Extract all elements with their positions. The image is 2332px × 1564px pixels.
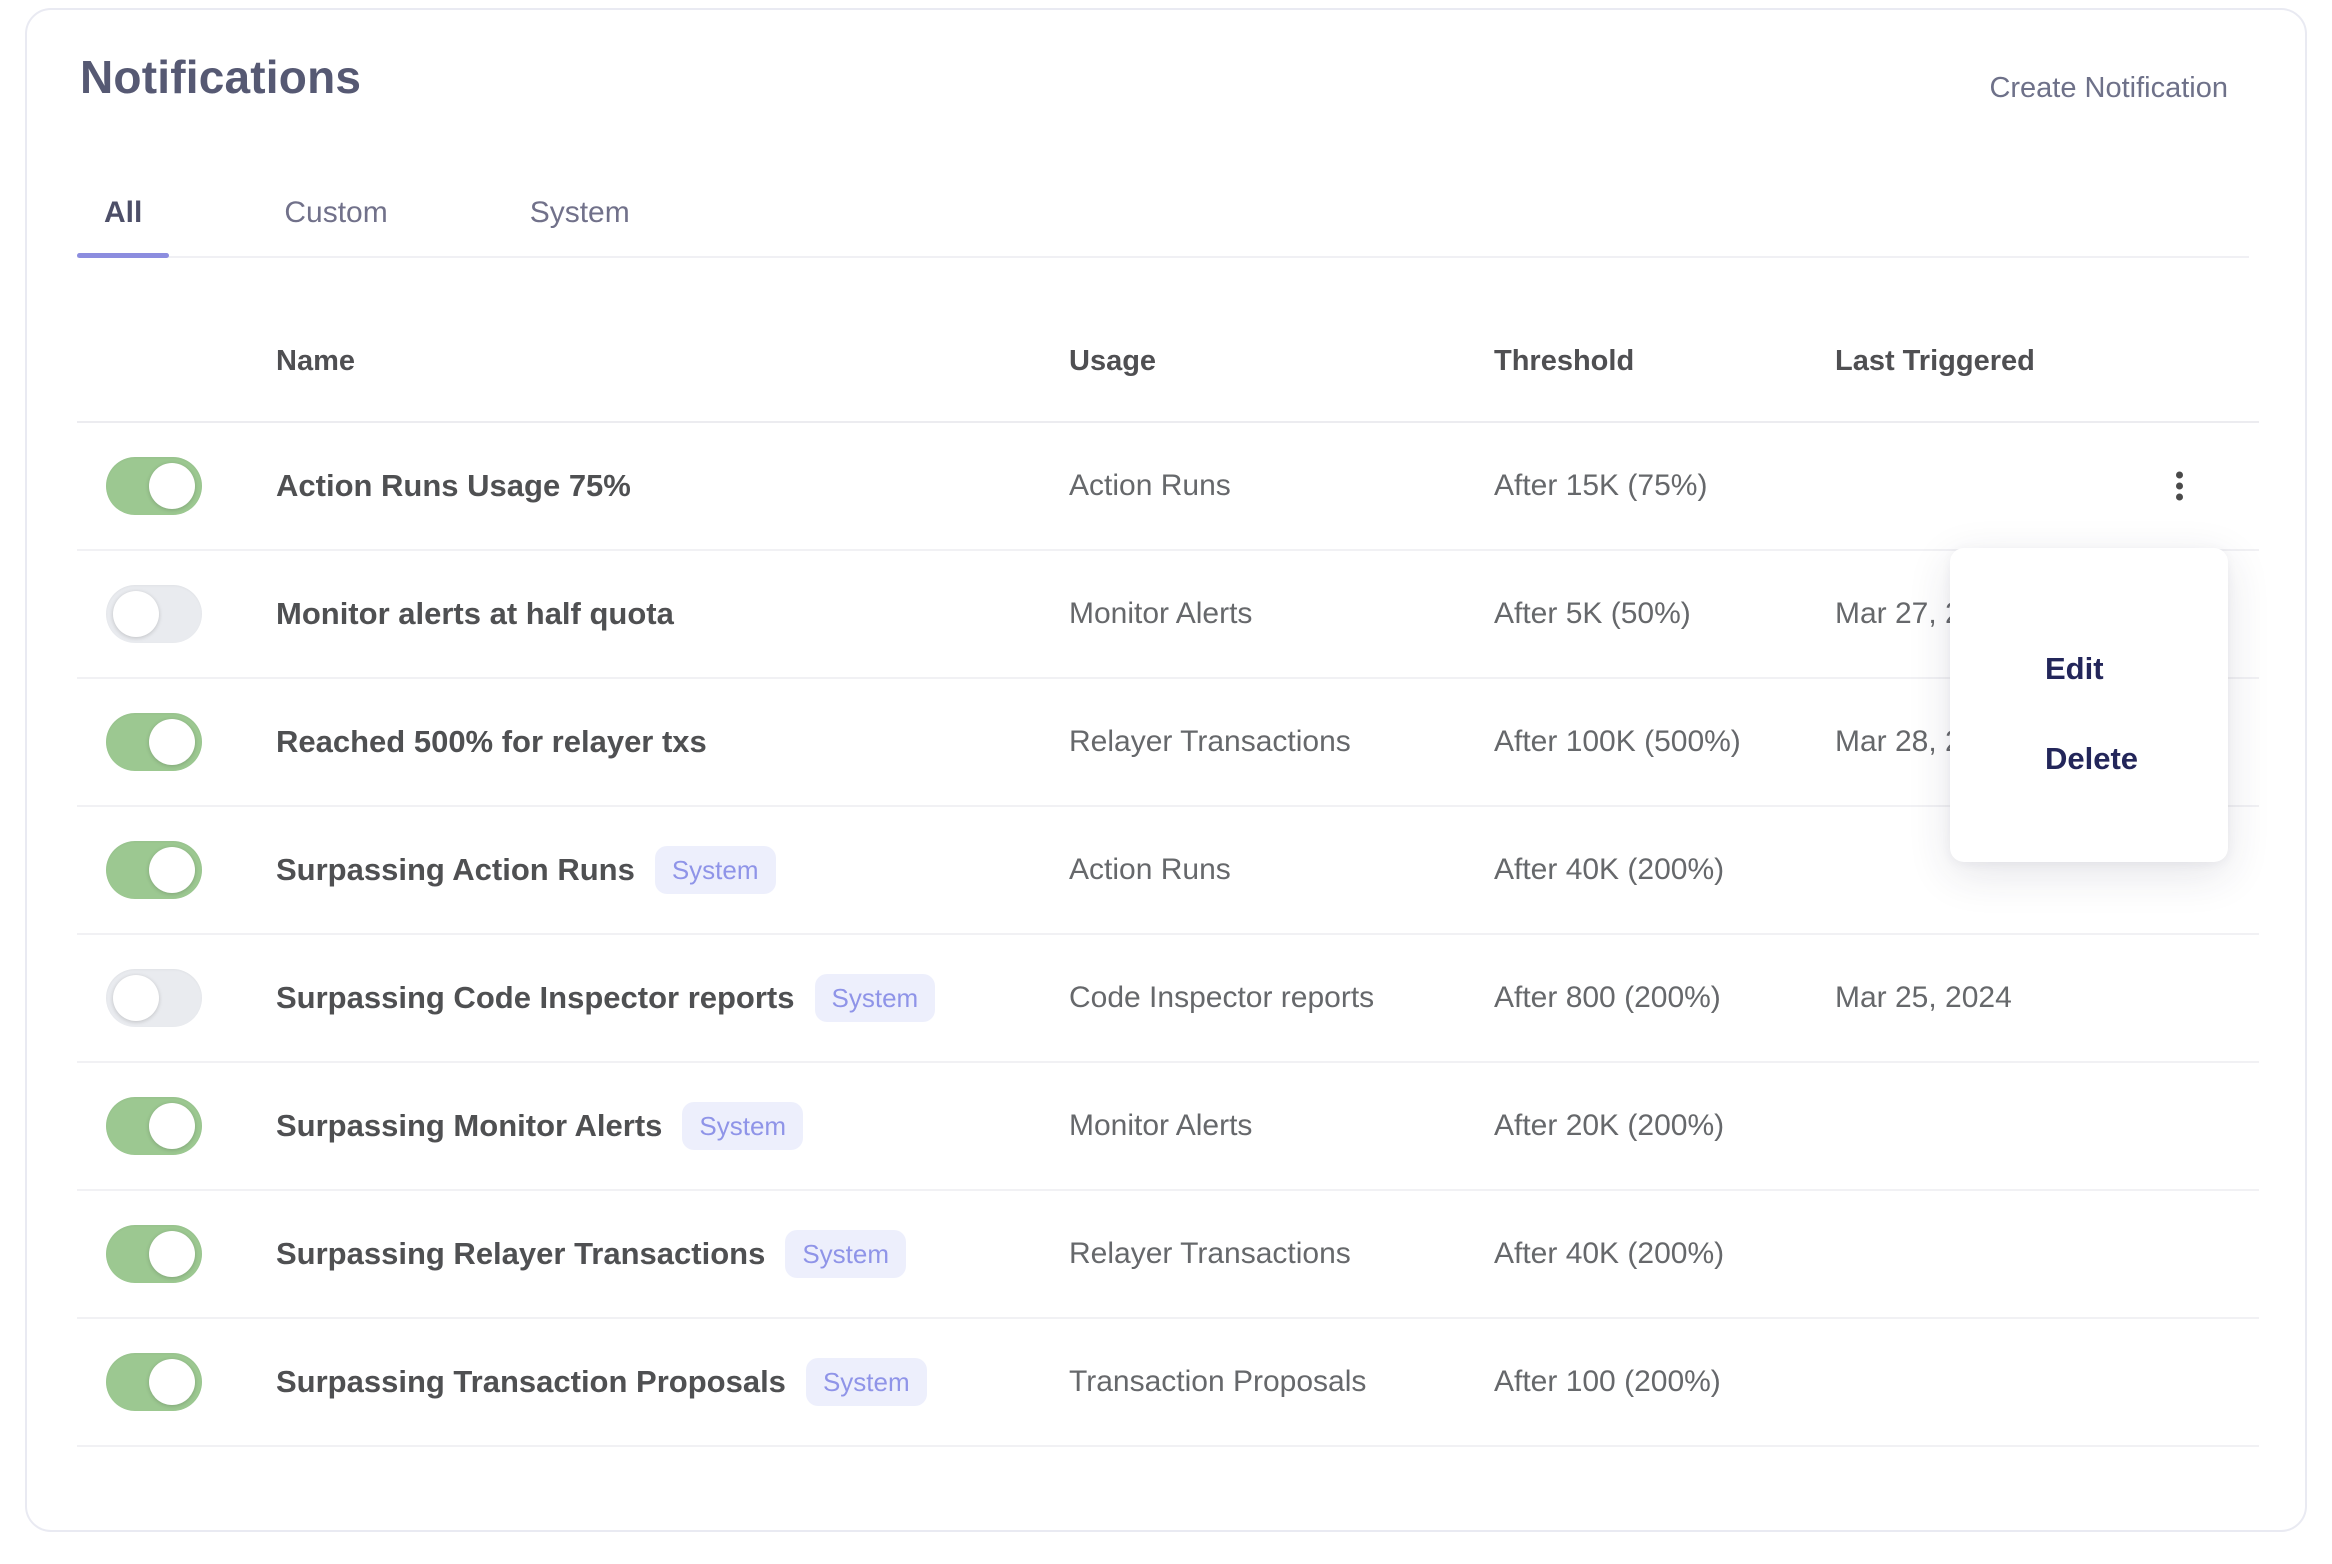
tab-all[interactable]: All: [77, 170, 170, 258]
table-row: Reached 500% for relayer txs Relayer Tra…: [77, 679, 2259, 807]
toggle-cell: [77, 1097, 276, 1155]
toggle-cell: [77, 1225, 276, 1283]
page-title: Notifications: [80, 51, 362, 103]
threshold-cell: After 100 (200%): [1494, 1365, 1721, 1398]
usage-cell: Action Runs: [1069, 469, 1231, 502]
last-triggered-cell: Mar 25, 2024: [1835, 981, 2012, 1014]
usage-cell: Code Inspector reports: [1069, 981, 1375, 1014]
table-row: Action Runs Usage 75% Action Runs After …: [77, 423, 2259, 551]
table-header-row: Name Usage Threshold Last Triggered: [77, 302, 2259, 423]
menu-item-delete[interactable]: Delete: [1950, 714, 2228, 804]
threshold-cell: After 5K (50%): [1494, 597, 1691, 630]
toggle-cell: [77, 841, 276, 899]
toggle-cell: [77, 585, 276, 643]
column-header-usage: Usage: [1069, 345, 1157, 377]
notification-name: Monitor alerts at half quota: [276, 596, 674, 631]
system-badge: System: [654, 846, 776, 894]
toggle-knob: [149, 847, 195, 893]
name-cell: Reached 500% for relayer txs: [276, 724, 1069, 760]
notifications-table: Name Usage Threshold Last Triggered Acti…: [77, 302, 2259, 1447]
notification-name: Action Runs Usage 75%: [276, 468, 631, 503]
usage-cell: Relayer Transactions: [1069, 725, 1351, 758]
enable-toggle[interactable]: [106, 1353, 202, 1411]
tab-system[interactable]: System: [503, 170, 657, 256]
enable-toggle[interactable]: [106, 1225, 202, 1283]
enable-toggle[interactable]: [106, 713, 202, 771]
usage-cell: Monitor Alerts: [1069, 1109, 1253, 1142]
toggle-knob: [149, 1359, 195, 1405]
threshold-cell: After 800 (200%): [1494, 981, 1721, 1014]
table-row: Surpassing Relayer Transactions System R…: [77, 1191, 2259, 1319]
toggle-knob: [149, 1231, 195, 1277]
table-row: Surpassing Action Runs System Action Run…: [77, 807, 2259, 935]
table-body: Action Runs Usage 75% Action Runs After …: [77, 423, 2259, 1447]
enable-toggle[interactable]: [106, 1097, 202, 1155]
column-header-last-triggered: Last Triggered: [1835, 345, 2035, 377]
table-row: Surpassing Monitor Alerts System Monitor…: [77, 1063, 2259, 1191]
notification-name: Surpassing Relayer Transactions: [276, 1236, 766, 1271]
toggle-cell: [77, 457, 276, 515]
notification-name: Surpassing Action Runs: [276, 852, 635, 887]
tab-custom[interactable]: Custom: [257, 170, 414, 256]
system-badge: System: [805, 1358, 927, 1406]
usage-cell: Action Runs: [1069, 853, 1231, 886]
notification-name: Surpassing Monitor Alerts: [276, 1108, 663, 1143]
name-cell: Surpassing Relayer Transactions System: [276, 1230, 1069, 1278]
notification-name: Reached 500% for relayer txs: [276, 724, 707, 759]
notification-name: Surpassing Transaction Proposals: [276, 1364, 786, 1399]
enable-toggle[interactable]: [106, 585, 202, 643]
enable-toggle[interactable]: [106, 969, 202, 1027]
threshold-cell: After 20K (200%): [1494, 1109, 1725, 1142]
table-row: Monitor alerts at half quota Monitor Ale…: [77, 551, 2259, 679]
usage-cell: Relayer Transactions: [1069, 1237, 1351, 1270]
toggle-cell: [77, 969, 276, 1027]
enable-toggle[interactable]: [106, 841, 202, 899]
toggle-cell: [77, 713, 276, 771]
usage-cell: Transaction Proposals: [1069, 1365, 1367, 1398]
menu-item-edit[interactable]: Edit: [1950, 624, 2228, 714]
system-badge: System: [785, 1230, 906, 1278]
tab-bar: All Custom System: [77, 170, 2249, 258]
notifications-screen: Notifications Create Notification All Cu…: [0, 0, 2332, 1564]
name-cell: Surpassing Code Inspector reports System: [276, 974, 1069, 1022]
enable-toggle[interactable]: [106, 457, 202, 515]
toggle-knob: [113, 591, 159, 637]
table-row: Surpassing Transaction Proposals System …: [77, 1319, 2259, 1447]
row-context-menu: Edit Delete: [1950, 548, 2228, 862]
system-badge: System: [682, 1102, 804, 1150]
name-cell: Surpassing Action Runs System: [276, 846, 1069, 894]
notification-name: Surpassing Code Inspector reports: [276, 980, 795, 1015]
toggle-knob: [149, 719, 195, 765]
kebab-menu-icon[interactable]: [2166, 462, 2193, 511]
threshold-cell: After 15K (75%): [1494, 469, 1708, 502]
name-cell: Action Runs Usage 75%: [276, 468, 1069, 504]
name-cell: Monitor alerts at half quota: [276, 596, 1069, 632]
name-cell: Surpassing Transaction Proposals System: [276, 1358, 1069, 1406]
system-badge: System: [814, 974, 936, 1022]
threshold-cell: After 40K (200%): [1494, 853, 1725, 886]
column-header-threshold: Threshold: [1494, 345, 1635, 377]
threshold-cell: After 100K (500%): [1494, 725, 1741, 758]
toggle-knob: [149, 1103, 195, 1149]
toggle-knob: [149, 463, 195, 509]
toggle-knob: [113, 975, 159, 1021]
name-cell: Surpassing Monitor Alerts System: [276, 1102, 1069, 1150]
threshold-cell: After 40K (200%): [1494, 1237, 1725, 1270]
create-notification-button[interactable]: Create Notification: [1989, 72, 2228, 105]
toggle-cell: [77, 1353, 276, 1411]
usage-cell: Monitor Alerts: [1069, 597, 1253, 630]
column-header-name: Name: [276, 345, 355, 377]
table-row: Surpassing Code Inspector reports System…: [77, 935, 2259, 1063]
